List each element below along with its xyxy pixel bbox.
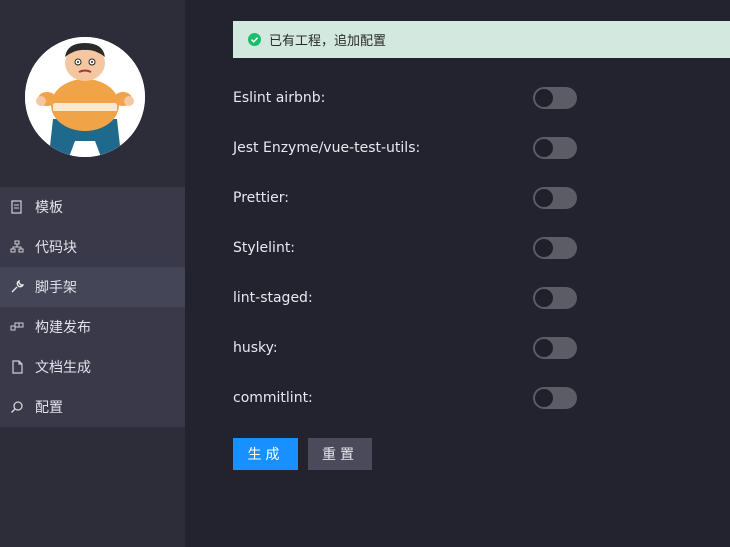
form-label: Stylelint: <box>233 240 296 256</box>
cartoon-avatar-image <box>25 37 145 157</box>
toggle-knob <box>535 89 553 107</box>
toggle-knob <box>535 389 553 407</box>
toggle-knob <box>535 139 553 157</box>
form-label: husky: <box>233 340 278 356</box>
form-label: Prettier: <box>233 190 289 206</box>
sitemap-icon <box>10 240 24 254</box>
lint-staged-toggle[interactable] <box>533 287 577 309</box>
document-icon <box>10 200 24 214</box>
prettier-toggle[interactable] <box>533 187 577 209</box>
sidebar-menu: 模板 代码块 脚手架 构建发布 文档生成 配置 <box>0 187 185 427</box>
toggle-knob <box>535 289 553 307</box>
info-alert: 已有工程，追加配置 <box>233 21 730 58</box>
check-circle-icon <box>248 33 261 46</box>
form-row-stylelint: Stylelint: <box>233 237 593 259</box>
alert-text: 已有工程，追加配置 <box>269 34 387 49</box>
search-icon <box>10 400 24 414</box>
sidebar-item-templates[interactable]: 模板 <box>0 187 185 227</box>
form-row-lint-staged: lint-staged: <box>233 287 593 309</box>
file-icon <box>10 360 24 374</box>
form-label: Eslint airbnb: <box>233 90 326 106</box>
toggle-knob <box>535 239 553 257</box>
form-row-jest: Jest Enzyme/vue-test-utils: <box>233 137 593 159</box>
form-row-prettier: Prettier: <box>233 187 593 209</box>
sidebar: 模板 代码块 脚手架 构建发布 文档生成 配置 <box>0 0 185 547</box>
husky-toggle[interactable] <box>533 337 577 359</box>
jest-toggle[interactable] <box>533 137 577 159</box>
avatar <box>25 37 145 157</box>
sidebar-item-docs[interactable]: 文档生成 <box>0 347 185 387</box>
sidebar-item-label: 脚手架 <box>35 280 77 296</box>
sidebar-item-scaffold[interactable]: 脚手架 <box>0 267 185 307</box>
form-row-husky: husky: <box>233 337 593 359</box>
wrench-icon <box>10 280 24 294</box>
reset-button[interactable]: 重置 <box>308 438 372 470</box>
blocks-icon <box>10 320 24 334</box>
sidebar-item-settings[interactable]: 配置 <box>0 387 185 427</box>
form-label: commitlint: <box>233 390 313 406</box>
sidebar-item-label: 文档生成 <box>35 360 91 376</box>
toggle-knob <box>535 189 553 207</box>
generate-button[interactable]: 生成 <box>233 438 298 470</box>
toggle-knob <box>535 339 553 357</box>
form-row-eslint: Eslint airbnb: <box>233 87 593 109</box>
sidebar-item-build-release[interactable]: 构建发布 <box>0 307 185 347</box>
form-label: Jest Enzyme/vue-test-utils: <box>233 140 421 156</box>
eslint-toggle[interactable] <box>533 87 577 109</box>
sidebar-item-label: 配置 <box>35 400 63 416</box>
form-row-commitlint: commitlint: <box>233 387 593 409</box>
sidebar-item-label: 模板 <box>35 200 63 216</box>
stylelint-toggle[interactable] <box>533 237 577 259</box>
sidebar-item-code-blocks[interactable]: 代码块 <box>0 227 185 267</box>
sidebar-item-label: 代码块 <box>35 240 77 256</box>
commitlint-toggle[interactable] <box>533 387 577 409</box>
sidebar-item-label: 构建发布 <box>35 320 91 336</box>
form-label: lint-staged: <box>233 290 313 306</box>
